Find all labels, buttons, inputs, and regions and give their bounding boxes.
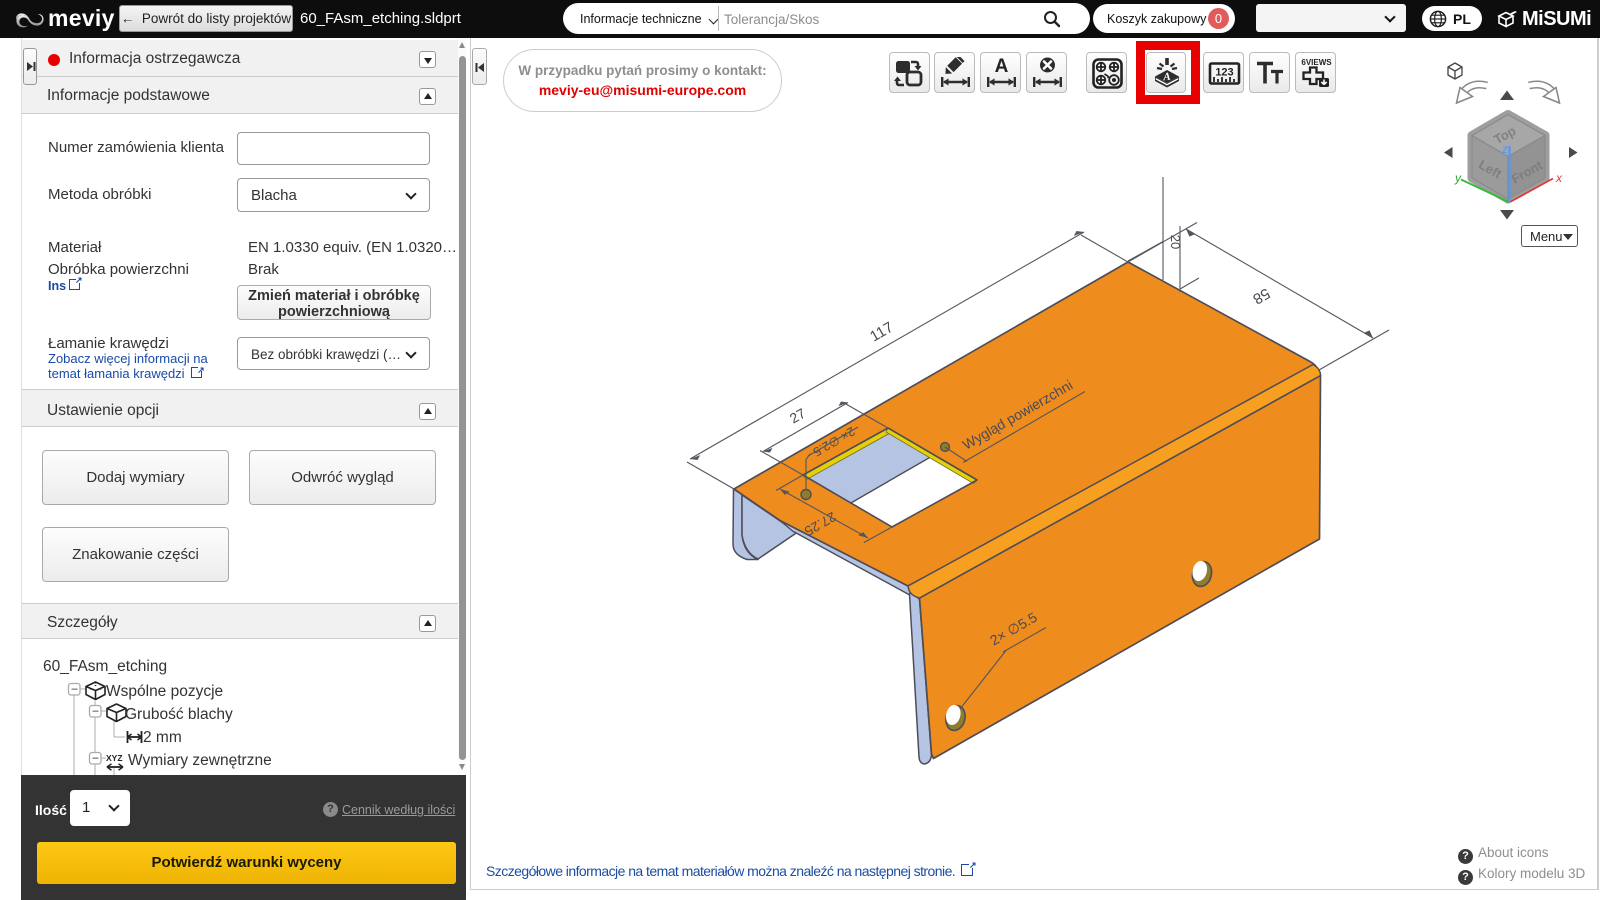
svg-text:x: x xyxy=(1555,171,1563,185)
svg-text:58: 58 xyxy=(1250,284,1273,307)
svg-text:27: 27 xyxy=(787,405,809,427)
svg-text:20: 20 xyxy=(1168,235,1183,249)
svg-text:y: y xyxy=(1454,171,1462,185)
svg-text:z: z xyxy=(1501,142,1508,156)
svg-text:117: 117 xyxy=(867,319,896,346)
svg-text:XYZ: XYZ xyxy=(106,753,123,763)
